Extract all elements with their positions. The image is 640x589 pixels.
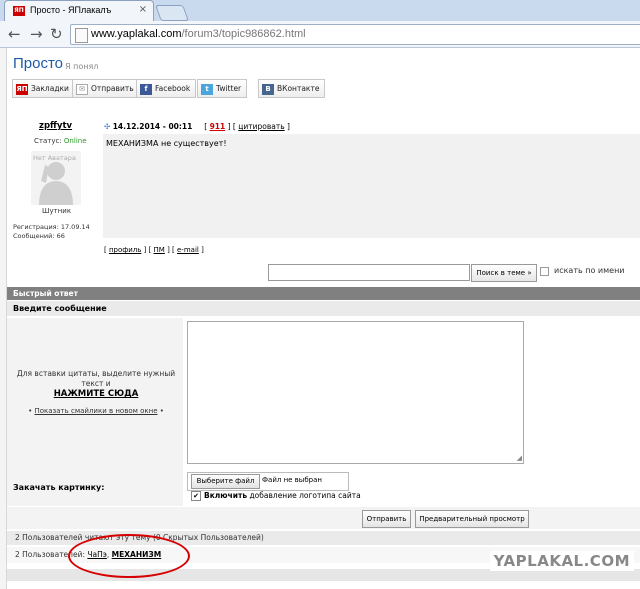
no-avatar-text: Нет Аватара xyxy=(33,154,76,162)
share-label: Facebook xyxy=(155,84,191,93)
share-send-button[interactable]: ✉ Отправить xyxy=(72,79,140,98)
post-count: Сообщений: 66 xyxy=(13,232,65,240)
share-vk-button[interactable]: B ВКонтакте xyxy=(258,79,326,98)
page-icon xyxy=(75,28,88,43)
share-facebook-button[interactable]: f Facebook xyxy=(136,79,197,98)
share-twitter-button[interactable]: t Twitter xyxy=(197,79,248,98)
address-bar[interactable]: www.yaplakal.com/forum3/topic986862.html xyxy=(70,24,640,45)
share-label: ВКонтакте xyxy=(277,84,320,93)
quote-hint-line2: текст и xyxy=(81,379,111,388)
site-favicon-icon: ЯП xyxy=(13,6,25,16)
choose-file-button[interactable]: Выберите файл xyxy=(191,474,260,489)
status-label: Статус: xyxy=(34,137,62,145)
upload-label: Закачать картинку: xyxy=(13,483,105,492)
message-textarea[interactable]: ◢ xyxy=(187,321,524,464)
quote-link[interactable]: цитировать xyxy=(238,122,284,131)
quick-reply-header: Быстрый ответ xyxy=(7,287,640,300)
red-highlight-ellipse xyxy=(68,534,190,578)
post-text: МЕХАНИЗМА не существует! xyxy=(106,139,227,148)
back-icon[interactable]: ← xyxy=(8,25,21,43)
browser-tab[interactable]: ЯП Просто - ЯПлакалъ × xyxy=(4,0,154,22)
tab-close-icon[interactable]: × xyxy=(139,4,147,15)
mail-icon: ✉ xyxy=(76,83,88,95)
pm-link[interactable]: ПМ xyxy=(154,246,165,254)
url-text: www.yaplakal.com/forum3/topic986862.html xyxy=(91,28,306,40)
search-by-name-label: искать по имени xyxy=(554,266,625,275)
page-viewport: Просто Я понял ЯП Закладки ✉ Отправить f Fa… xyxy=(0,48,640,589)
tab-bar: ЯП Просто - ЯПлакалъ × xyxy=(0,0,640,22)
reg-date: Регистрация: 17.09.14 xyxy=(13,223,90,231)
browser-toolbar: ← → ↻ www.yaplakal.com/forum3/topic98686… xyxy=(0,21,640,48)
post-author-link[interactable]: zpffytv xyxy=(39,121,72,131)
reload-icon[interactable]: ↻ xyxy=(50,25,63,43)
author-stats: Регистрация: 17.09.14 Сообщений: 66 xyxy=(13,223,90,241)
post-meta: ✣ 14.12.2014 - 00:11 [ 911 ] [ цитироват… xyxy=(104,122,290,131)
resize-grip-icon[interactable]: ◢ xyxy=(517,455,522,462)
twitter-icon: t xyxy=(201,83,213,95)
forward-icon[interactable]: → xyxy=(30,25,43,43)
topic-title: Просто xyxy=(13,55,64,72)
click-here-link[interactable]: НАЖМИТЕ СЮДА xyxy=(11,389,181,399)
facebook-icon: f xyxy=(140,83,152,95)
search-by-name-checkbox[interactable] xyxy=(540,267,549,276)
share-bookmarks-button[interactable]: ЯП Закладки xyxy=(12,79,75,98)
post-link-icon[interactable]: ✣ xyxy=(104,122,110,131)
url-host: www.yaplakal.com xyxy=(91,28,182,40)
site-watermark: YAPLAKAL.COM xyxy=(489,551,634,571)
email-link[interactable]: e-mail xyxy=(177,246,199,254)
status-value: Online xyxy=(63,137,87,145)
logo-option-rest: добавление логотипа сайта xyxy=(249,491,361,500)
logo-checkbox[interactable]: ✔ xyxy=(191,491,201,501)
topic-search-input[interactable] xyxy=(268,264,470,281)
enter-message-label: Введите сообщение xyxy=(7,301,640,316)
url-path: /forum3/topic986862.html xyxy=(181,28,306,40)
vk-icon: B xyxy=(262,83,274,95)
topic-search-button[interactable]: Поиск в теме » xyxy=(471,264,537,282)
preview-button[interactable]: Предварительный просмотр xyxy=(415,510,529,528)
smiles-link-row: • Показать смайлики в новом окне • xyxy=(28,407,164,415)
tab-title: Просто - ЯПлакалъ xyxy=(30,5,112,15)
logo-option-bold: Включить xyxy=(204,491,248,500)
send-button[interactable]: Отправить xyxy=(362,510,411,528)
profile-link[interactable]: профиль xyxy=(109,246,141,254)
topic-subtitle: Я понял xyxy=(65,62,99,71)
action-row xyxy=(7,507,640,529)
post-number[interactable]: 911 xyxy=(210,122,226,131)
logo-option-label: Включить добавление логотипа сайта xyxy=(204,491,361,500)
share-label: Закладки xyxy=(31,84,69,93)
bookmark-icon: ЯП xyxy=(16,83,28,95)
no-file-text: Файл не выбран xyxy=(262,476,322,484)
profile-links: [ профиль ] [ ПМ ] [ e-mail ] xyxy=(104,246,204,254)
author-rank: Шутник xyxy=(42,207,72,215)
share-label: Отправить xyxy=(91,84,134,93)
post-datetime: 14.12.2014 - 00:11 xyxy=(112,122,193,131)
post-body xyxy=(103,134,640,238)
share-label: Twitter xyxy=(216,84,242,93)
forum-content: Просто Я понял ЯП Закладки ✉ Отправить f Fa… xyxy=(6,48,640,589)
new-tab-button[interactable] xyxy=(155,5,189,21)
quote-hint-line1: Для вставки цитаты, выделите нужный xyxy=(16,369,176,378)
show-smiles-link[interactable]: Показать смайлики в новом окне xyxy=(34,407,157,415)
quote-hint: Для вставки цитаты, выделите нужный текс… xyxy=(11,369,181,399)
author-status: Статус: Online xyxy=(34,137,87,145)
